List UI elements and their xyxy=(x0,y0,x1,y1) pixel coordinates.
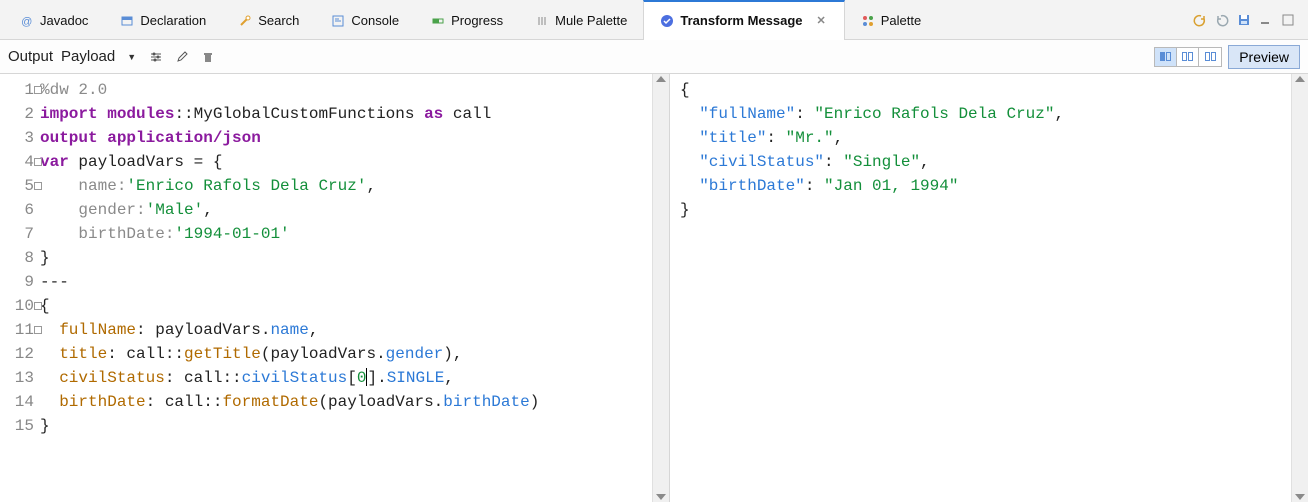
view-tabs: @ Javadoc Declaration Search Console Pro… xyxy=(0,0,1308,40)
scrollbar[interactable] xyxy=(1291,74,1308,502)
svg-text:@: @ xyxy=(21,16,32,27)
tab-label: Progress xyxy=(451,13,503,28)
tab-label: Declaration xyxy=(140,13,206,28)
tab-label: Console xyxy=(351,13,399,28)
tab-mule-palette[interactable]: Mule Palette xyxy=(519,0,643,40)
declaration-icon xyxy=(120,14,134,28)
minimize-icon[interactable] xyxy=(1258,12,1274,28)
line-number: 5 xyxy=(0,174,40,198)
preview-button[interactable]: Preview xyxy=(1228,45,1300,69)
tab-search[interactable]: Search xyxy=(222,0,315,40)
search-icon xyxy=(238,14,252,28)
tab-label: Palette xyxy=(881,13,921,28)
back-icon[interactable] xyxy=(1192,12,1208,28)
save-icon[interactable] xyxy=(1236,12,1252,28)
scrollbar[interactable] xyxy=(652,74,669,502)
scroll-up-icon[interactable] xyxy=(1295,76,1305,82)
maximize-icon[interactable] xyxy=(1280,12,1296,28)
scroll-up-icon[interactable] xyxy=(656,76,666,82)
tab-label: Search xyxy=(258,13,299,28)
line-number: 9 xyxy=(0,270,40,294)
tab-label: Transform Message xyxy=(680,13,802,28)
transform-message-icon xyxy=(660,14,674,28)
line-number: 7 xyxy=(0,222,40,246)
dropdown-icon[interactable]: ▼ xyxy=(123,52,140,62)
line-number: 13 xyxy=(0,366,40,390)
line-number: 1 xyxy=(0,78,40,102)
scroll-down-icon[interactable] xyxy=(656,494,666,500)
tab-label: Javadoc xyxy=(40,13,88,28)
editor-panes: 1%dw 2.0 2import modules::MyGlobalCustom… xyxy=(0,74,1308,502)
view-mode-1[interactable] xyxy=(1155,48,1177,66)
line-number: 8 xyxy=(0,246,40,270)
json-output-viewer[interactable]: { "fullName": "Enrico Rafols Dela Cruz",… xyxy=(670,74,1308,502)
line-number: 4 xyxy=(0,150,40,174)
progress-icon xyxy=(431,14,445,28)
line-number: 2 xyxy=(0,102,40,126)
view-mode-2[interactable] xyxy=(1177,48,1199,66)
line-number: 12 xyxy=(0,342,40,366)
tab-declaration[interactable]: Declaration xyxy=(104,0,222,40)
tab-console[interactable]: Console xyxy=(315,0,415,40)
line-number: 14 xyxy=(0,390,40,414)
console-icon xyxy=(331,14,345,28)
tab-progress[interactable]: Progress xyxy=(415,0,519,40)
tab-palette[interactable]: Palette xyxy=(845,0,937,40)
close-icon[interactable]: ✕ xyxy=(815,14,828,27)
output-label: Output xyxy=(8,48,61,65)
line-number: 11 xyxy=(0,318,40,342)
edit-icon[interactable] xyxy=(174,49,190,65)
view-toolbar xyxy=(1192,12,1304,28)
mule-palette-icon xyxy=(535,14,549,28)
javadoc-icon: @ xyxy=(20,14,34,28)
view-mode-3[interactable] xyxy=(1199,48,1221,66)
line-number: 10 xyxy=(0,294,40,318)
settings-icon[interactable] xyxy=(148,49,164,65)
line-number: 3 xyxy=(0,126,40,150)
line-number: 6 xyxy=(0,198,40,222)
line-number: 15 xyxy=(0,414,40,438)
scroll-down-icon[interactable] xyxy=(1295,494,1305,500)
delete-icon[interactable] xyxy=(200,49,216,65)
tab-label: Mule Palette xyxy=(555,13,627,28)
palette-icon xyxy=(861,14,875,28)
view-mode-toggle xyxy=(1154,47,1222,67)
payload-label: Payload xyxy=(61,48,123,65)
forward-icon[interactable] xyxy=(1214,12,1230,28)
dataweave-editor[interactable]: 1%dw 2.0 2import modules::MyGlobalCustom… xyxy=(0,74,670,502)
tab-transform-message[interactable]: Transform Message ✕ xyxy=(643,0,844,40)
tab-javadoc[interactable]: @ Javadoc xyxy=(4,0,104,40)
output-toolbar: Output Payload ▼ Preview xyxy=(0,40,1308,74)
